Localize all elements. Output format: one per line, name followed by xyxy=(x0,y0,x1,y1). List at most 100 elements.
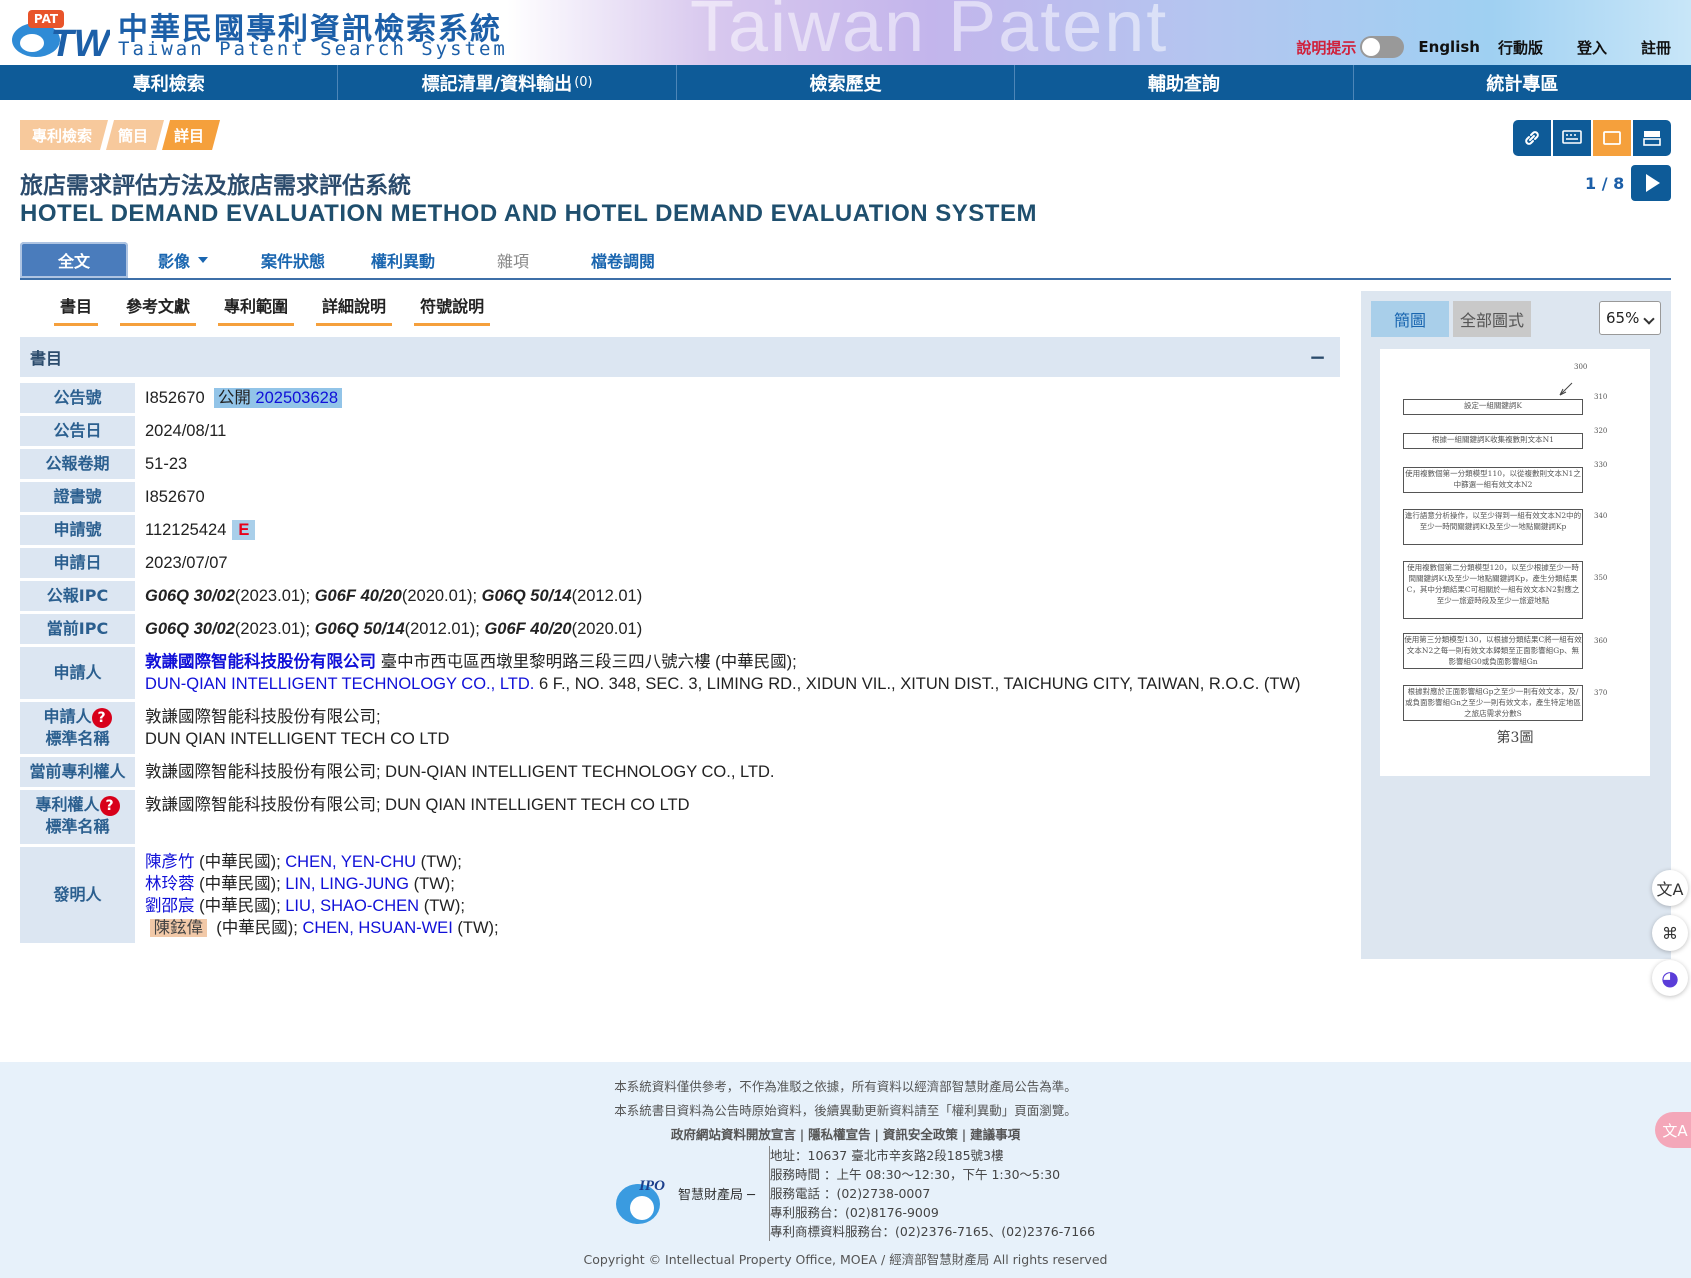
flow-step-num: 340 xyxy=(1594,512,1607,520)
flow-step-320: 根據一組關鍵詞K收集複數則文本N1 xyxy=(1403,433,1583,449)
biblio-table: 公告號 I852670 公開 202503628 公告日 2024/08/11 … xyxy=(20,380,1340,946)
pub-open-link[interactable]: 公開 202503628 xyxy=(214,388,342,408)
split-view-icon[interactable] xyxy=(1633,120,1671,156)
table-row: 公告日 2024/08/11 xyxy=(20,416,1340,446)
translate-float-icon[interactable]: 文A xyxy=(1655,1112,1691,1148)
nav-mark-list[interactable]: 標記清單/資料輸出(0) xyxy=(338,65,676,100)
breadcrumb-brief[interactable]: 簡目 xyxy=(106,120,164,150)
translate-icon[interactable]: 文A xyxy=(1652,870,1688,906)
site-header: Taiwan Patent PAT TW 中華民國專利資訊檢索系統 Taiwan… xyxy=(0,0,1691,65)
flow-step-num: 330 xyxy=(1594,461,1607,469)
label-applicant: 申請人 xyxy=(20,647,135,699)
subtab-symbols[interactable]: 符號說明 xyxy=(414,293,490,326)
nav-statistics[interactable]: 統計專區 xyxy=(1354,65,1691,100)
ipo-logo: IPO xyxy=(612,1168,672,1228)
e-filing-badge: E xyxy=(232,520,255,540)
inventor-link[interactable]: LIN, LING-JUNG xyxy=(285,875,409,893)
value-app-date: 2023/07/07 xyxy=(135,548,1340,578)
label-gazette: 公報卷期 xyxy=(20,449,135,479)
label-current-ipc: 當前IPC xyxy=(20,614,135,644)
table-row: 專利權人?標準名稱 敦謙國際智能科技股份有限公司; DUN QIAN INTEL… xyxy=(20,790,1340,844)
inventor-link[interactable]: CHEN, HSUAN-WEI xyxy=(302,919,452,937)
keyboard-icon[interactable] xyxy=(1553,120,1591,156)
table-row: 申請人 敦謙國際智能科技股份有限公司 臺中市西屯區西墩里黎明路三段三四八號六樓 … xyxy=(20,647,1340,699)
patent-detail-page: Taiwan Patent PAT TW 中華民國專利資訊檢索系統 Taiwan… xyxy=(0,0,1691,1278)
header-watermark: Taiwan Patent xyxy=(690,0,1168,65)
single-view-icon[interactable] xyxy=(1593,120,1631,156)
feedback-link[interactable]: 建議事項 xyxy=(970,1127,1020,1142)
drawing-panel: 簡圖 全部圖式 65% 300 設定一組關鍵詞K 310 根據一組關鍵詞K收集複… xyxy=(1361,291,1671,959)
flow-step-360: 使用第三分類模型130，以根據分類結果C將一組有效文本N2之每一則有效文本歸類至… xyxy=(1403,633,1583,669)
apps-icon[interactable]: ⌘ xyxy=(1652,915,1688,951)
view-toolbar xyxy=(1511,120,1671,156)
table-row: 當前專利權人 敦謙國際智能科技股份有限公司; DUN-QIAN INTELLIG… xyxy=(20,757,1340,787)
tw-pat-logo[interactable]: PAT TW xyxy=(10,8,110,58)
open-data-link[interactable]: 政府網站資料開放宣言 xyxy=(671,1127,796,1142)
mark-count: (0) xyxy=(574,75,592,90)
value-applicant: 敦謙國際智能科技股份有限公司 臺中市西屯區西墩里黎明路三段三四八號六樓 (中華民… xyxy=(135,647,1340,699)
tab-image[interactable]: 影像 xyxy=(128,242,238,278)
flow-step-num: 350 xyxy=(1594,574,1607,582)
brief-drawing-button[interactable]: 簡圖 xyxy=(1371,301,1449,337)
tab-case-status[interactable]: 案件狀態 xyxy=(238,242,348,278)
inventor-link[interactable]: 林玲蓉 xyxy=(145,875,195,893)
tab-misc[interactable]: 雜項 xyxy=(458,242,568,278)
site-title-en: Taiwan Patent Search System xyxy=(118,38,508,60)
label-applicant-std: 申請人?標準名稱 xyxy=(20,702,135,754)
inventor-link[interactable]: CHEN, YEN-CHU xyxy=(285,853,416,871)
privacy-link[interactable]: 隱私權宣告 xyxy=(808,1127,871,1142)
all-drawings-button[interactable]: 全部圖式 xyxy=(1453,301,1531,337)
subtab-biblio[interactable]: 書目 xyxy=(54,293,98,326)
nav-patent-search[interactable]: 專利檢索 xyxy=(0,65,338,100)
value-inventor: 陳彥竹 (中華民國); CHEN, YEN-CHU (TW); 林玲蓉 (中華民… xyxy=(135,847,1340,943)
login-link[interactable]: 登入 xyxy=(1577,37,1607,58)
representative-drawing[interactable]: 300 設定一組關鍵詞K 310 根據一組關鍵詞K收集複數則文本N1 320 使… xyxy=(1380,349,1650,776)
copyright: Copyright © Intellectual Property Office… xyxy=(0,1249,1691,1268)
register-link[interactable]: 註冊 xyxy=(1641,37,1671,58)
tab-rights-change[interactable]: 權利異動 xyxy=(348,242,458,278)
flow-step-num: 310 xyxy=(1594,393,1607,401)
top-links: 說明提示 English 行動版 登入 註冊 xyxy=(1296,36,1671,58)
help-icon[interactable]: ? xyxy=(100,796,120,816)
subtab-claims[interactable]: 專利範圍 xyxy=(218,293,294,326)
nav-search-history[interactable]: 檢索歷史 xyxy=(677,65,1015,100)
inventor-highlight[interactable]: 陳鉉偉 xyxy=(150,919,208,937)
applicant-en-link[interactable]: DUN-QIAN INTELLIGENT TECHNOLOGY CO., LTD… xyxy=(145,675,534,693)
tab-file-access[interactable]: 檔卷調閱 xyxy=(568,242,678,278)
value-app-no: 112125424E xyxy=(135,515,1340,545)
flow-step-340: 進行語意分析操作，以至少得到一組有效文本N2中的至少一時間關鍵詞Kt及至少一地點… xyxy=(1403,509,1583,545)
subtab-references[interactable]: 參考文獻 xyxy=(120,293,196,326)
breadcrumb-patent-search[interactable]: 專利檢索 xyxy=(20,120,108,150)
collapse-icon[interactable]: − xyxy=(1309,345,1326,369)
nav-aux-query[interactable]: 輔助查詢 xyxy=(1015,65,1353,100)
table-row: 申請人?標準名稱 敦謙國際智能科技股份有限公司;DUN QIAN INTELLI… xyxy=(20,702,1340,754)
applicant-zh-link[interactable]: 敦謙國際智能科技股份有限公司 xyxy=(145,653,376,671)
help-icon[interactable]: ? xyxy=(92,708,112,728)
main-nav: 專利檢索 標記清單/資料輸出(0) 檢索歷史 輔助查詢 統計專區 xyxy=(0,65,1691,100)
flow-step-350: 使用複數個第二分類模型120，以至少根據至少一時間關鍵詞Kt及至少一地點關鍵詞K… xyxy=(1403,561,1583,619)
english-link[interactable]: English xyxy=(1418,38,1480,56)
patent-title-en: HOTEL DEMAND EVALUATION METHOD AND HOTEL… xyxy=(20,200,1037,228)
link-icon[interactable] xyxy=(1513,120,1551,156)
value-applicant-std: 敦謙國際智能科技股份有限公司;DUN QIAN INTELLIGENT TECH… xyxy=(135,702,1340,754)
label-cert-no: 證書號 xyxy=(20,482,135,512)
tab-fulltext[interactable]: 全文 xyxy=(20,242,128,278)
assistant-icon[interactable]: ◕ xyxy=(1652,960,1688,996)
biblio-section-header: 書目 − xyxy=(20,337,1340,377)
inventor-link[interactable]: LIU, SHAO-CHEN xyxy=(285,897,419,915)
subtab-description[interactable]: 詳細說明 xyxy=(316,293,392,326)
section-links: 書目 參考文獻 專利範圍 詳細說明 符號說明 xyxy=(20,293,512,326)
table-row: 公報卷期 51-23 xyxy=(20,449,1340,479)
hint-toggle[interactable] xyxy=(1360,36,1404,58)
inventor-link[interactable]: 陳彥竹 xyxy=(145,853,195,871)
figure-caption: 第3圖 xyxy=(1380,727,1650,747)
security-policy-link[interactable]: 資訊安全政策 xyxy=(883,1127,958,1142)
patent-title-zh: 旅店需求評估方法及旅店需求評估系統 xyxy=(20,166,411,200)
value-owner-std: 敦謙國際智能科技股份有限公司; DUN QIAN INTELLIGENT TEC… xyxy=(135,790,1340,844)
next-record-button[interactable] xyxy=(1631,165,1671,201)
zoom-select[interactable]: 65% xyxy=(1599,301,1661,335)
flow-step-370: 根據對應於正面影響組Gp之至少一則有效文本，及/或負面影響組Gn之至少一則有效文… xyxy=(1403,685,1583,721)
table-row: 申請日 2023/07/07 xyxy=(20,548,1340,578)
mobile-link[interactable]: 行動版 xyxy=(1498,37,1543,58)
inventor-link[interactable]: 劉邵宸 xyxy=(145,897,195,915)
